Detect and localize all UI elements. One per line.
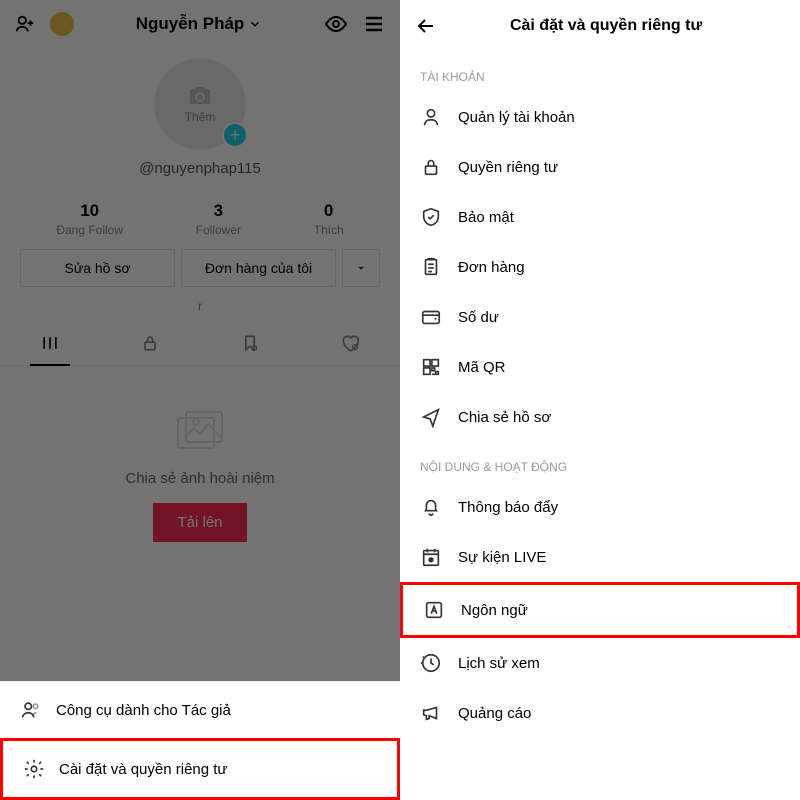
section-account: TÀI KHOẢN	[400, 52, 800, 92]
settings-screen: Cài đặt và quyền riêng tư TÀI KHOẢN Quản…	[400, 0, 800, 800]
my-orders-button[interactable]: Đơn hàng của tôi	[181, 249, 336, 287]
qr-icon	[420, 356, 442, 378]
chevron-down-icon	[248, 17, 262, 31]
tabs-row	[0, 321, 400, 366]
camera-icon	[186, 84, 214, 108]
empty-text: Chia sẻ ảnh hoài niệm	[125, 470, 274, 487]
person-icon	[20, 699, 42, 721]
add-badge-icon: +	[222, 122, 248, 148]
settings-title: Cài đặt và quyền riêng tư	[450, 17, 762, 35]
balance-item[interactable]: Số dư	[400, 292, 800, 342]
tab-feed[interactable]	[0, 321, 100, 365]
caret-button[interactable]	[342, 249, 380, 287]
creator-tools-label: Công cụ dành cho Tác giả	[56, 702, 231, 719]
bell-icon	[420, 496, 442, 518]
share-profile-item[interactable]: Chia sẻ hồ sơ	[400, 392, 800, 442]
tab-private[interactable]	[100, 321, 200, 365]
megaphone-icon	[420, 702, 442, 724]
share-icon	[420, 406, 442, 428]
r-text: r	[0, 299, 400, 321]
language-item[interactable]: Ngôn ngữ	[400, 582, 800, 638]
orders-item[interactable]: Đơn hàng	[400, 242, 800, 292]
bookmark-icon	[240, 333, 260, 353]
lock-icon	[140, 333, 160, 353]
coin-icon[interactable]	[50, 12, 74, 36]
manage-account-item[interactable]: Quản lý tài khoản	[400, 92, 800, 142]
empty-state: Chia sẻ ảnh hoài niệm Tải lên	[0, 366, 400, 582]
user-handle: @nguyenphap115	[139, 160, 261, 177]
avatar-add-label: Thêm	[185, 110, 216, 124]
avatar-section: Thêm + @nguyenphap115	[0, 48, 400, 187]
clipboard-icon	[420, 256, 442, 278]
lock-icon	[420, 156, 442, 178]
push-notifications-item[interactable]: Thông báo đẩy	[400, 482, 800, 532]
upload-button[interactable]: Tải lên	[153, 503, 246, 542]
eye-icon[interactable]	[324, 12, 348, 36]
tab-saved[interactable]	[200, 321, 300, 365]
privacy-item[interactable]: Quyền riêng tư	[400, 142, 800, 192]
username: Nguyễn Pháp	[136, 14, 245, 34]
username-dropdown[interactable]: Nguyễn Pháp	[136, 14, 263, 34]
stats-row: 10 Đang Follow 3 Follower 0 Thích	[0, 187, 400, 249]
calendar-icon	[420, 546, 442, 568]
edit-profile-button[interactable]: Sửa hồ sơ	[20, 249, 175, 287]
caret-down-icon	[354, 261, 368, 275]
settings-header: Cài đặt và quyền riêng tư	[400, 0, 800, 52]
settings-privacy-item[interactable]: Cài đặt và quyền riêng tư	[0, 738, 400, 800]
shield-icon	[420, 206, 442, 228]
add-user-icon[interactable]	[14, 13, 36, 35]
language-icon	[423, 599, 445, 621]
watch-history-item[interactable]: Lịch sử xem	[400, 638, 800, 688]
back-icon[interactable]	[414, 14, 438, 38]
feed-icon	[40, 333, 60, 353]
history-icon	[420, 652, 442, 674]
wallet-icon	[420, 306, 442, 328]
settings-privacy-label: Cài đặt và quyền riêng tư	[59, 761, 227, 778]
profile-buttons: Sửa hồ sơ Đơn hàng của tôi	[0, 249, 400, 299]
profile-screen: Nguyễn Pháp Thêm + @nguyenphap115 10 Đan…	[0, 0, 400, 800]
stat-likes[interactable]: 0 Thích	[314, 201, 344, 237]
tab-liked[interactable]	[300, 321, 400, 365]
hamburger-icon[interactable]	[362, 12, 386, 36]
creator-tools-item[interactable]: Công cụ dành cho Tác giả	[0, 682, 400, 738]
security-item[interactable]: Bảo mật	[400, 192, 800, 242]
heart-icon	[340, 333, 360, 353]
section-content: NỘI DUNG & HOẠT ĐỘNG	[400, 442, 800, 482]
stat-following[interactable]: 10 Đang Follow	[56, 201, 123, 237]
person-icon	[420, 106, 442, 128]
qr-code-item[interactable]: Mã QR	[400, 342, 800, 392]
stat-followers[interactable]: 3 Follower	[196, 201, 241, 237]
gear-icon	[23, 758, 45, 780]
live-events-item[interactable]: Sự kiện LIVE	[400, 532, 800, 582]
avatar[interactable]: Thêm +	[154, 58, 246, 150]
profile-header: Nguyễn Pháp	[0, 0, 400, 48]
photos-icon	[170, 406, 230, 456]
bottom-sheet: Công cụ dành cho Tác giả Cài đặt và quyề…	[0, 681, 400, 800]
ads-item[interactable]: Quảng cáo	[400, 688, 800, 738]
